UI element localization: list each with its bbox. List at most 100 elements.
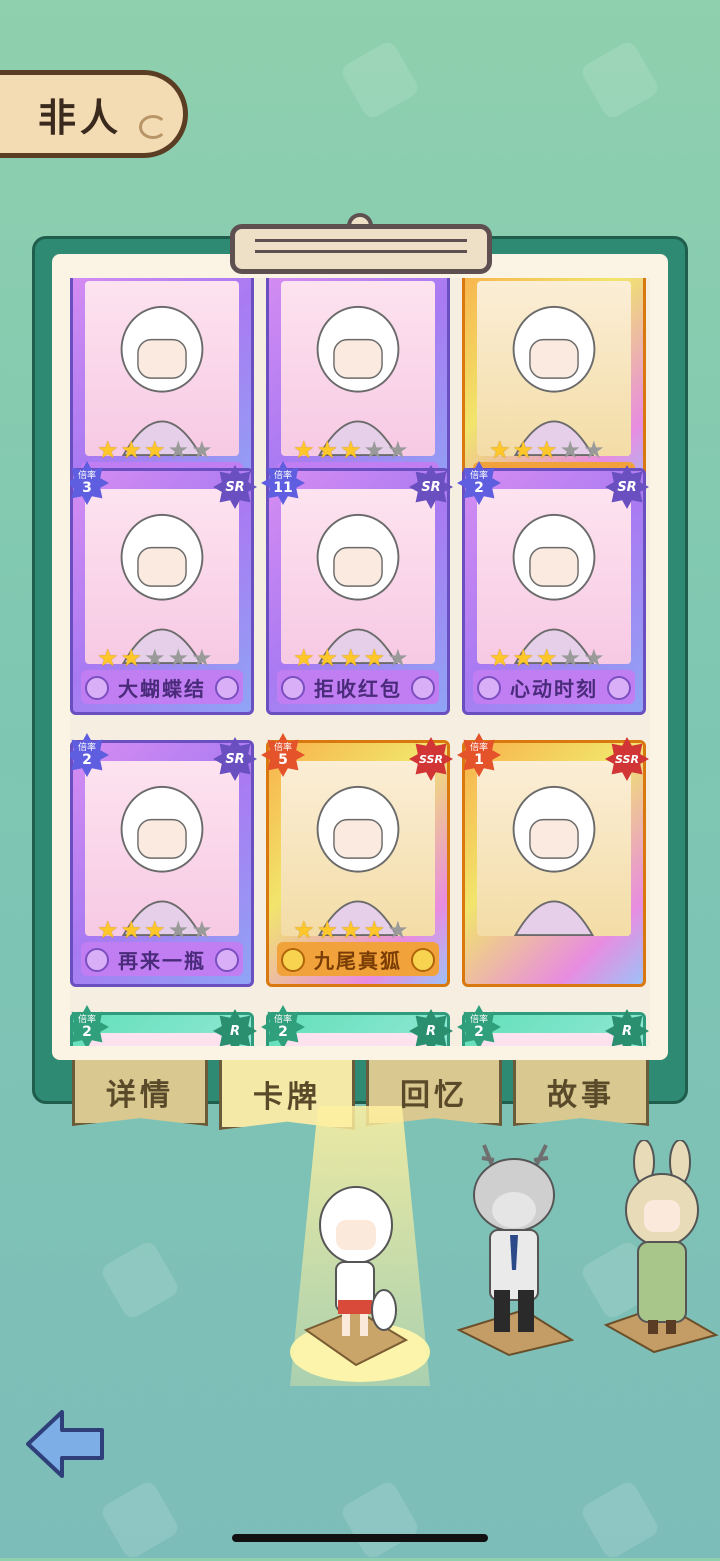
- star-icon: ★: [387, 644, 409, 672]
- rate-value: 2: [82, 752, 92, 768]
- card-name: 大蝴蝶结: [118, 676, 206, 701]
- clipboard-clip: [230, 224, 492, 274]
- star-icon: ★: [191, 436, 213, 464]
- star-icon: ★: [489, 644, 511, 672]
- star-icon: ★: [489, 436, 511, 464]
- star-icon: ★: [536, 436, 558, 464]
- rate-value: 2: [278, 1024, 288, 1040]
- antlered-beast-character[interactable]: [454, 1140, 575, 1360]
- coin-icon: [411, 948, 435, 972]
- card-name: 心动时刻: [510, 676, 598, 701]
- tab-label: 卡牌: [253, 1079, 321, 1115]
- card-name: 再来一瓶: [118, 948, 206, 973]
- card[interactable]: 倍率 11 SR ★ ★ ★ ★ ★ 拒收红包: [261, 461, 453, 715]
- star-icon: ★: [191, 644, 213, 672]
- star-icon: ★: [316, 916, 339, 944]
- card[interactable]: 倍率 2 R: [70, 1005, 257, 1046]
- card[interactable]: 倍率 3 SR ★ ★ ★ ★ ★ 大蝴蝶结: [70, 461, 257, 715]
- tab-label: 回忆: [400, 1077, 468, 1113]
- coin-icon: [215, 676, 239, 700]
- card[interactable]: 倍率 2 SR ★ ★ ★ ★ ★ 心动时刻: [457, 461, 649, 715]
- star-icon: ★: [120, 436, 143, 464]
- card[interactable]: 倍率 1 SSR: [457, 733, 649, 987]
- coin-icon: [607, 676, 631, 700]
- white-haired-girl-character[interactable]: [296, 1180, 416, 1380]
- rabbit-eared-girl-character[interactable]: [603, 1139, 720, 1360]
- card-grid[interactable]: ★★★★★花痴九月★★★★★妖怪少女★★★★★华丽变身倍率3SR★★★★★大蝴蝶…: [70, 278, 650, 1046]
- coin-icon: [477, 676, 501, 700]
- rate-badge: 倍率 11: [261, 461, 305, 505]
- coin-icon: [281, 948, 305, 972]
- star-icon: ★: [293, 916, 315, 944]
- star-icon: ★: [144, 436, 166, 464]
- card-artwork: [477, 281, 631, 456]
- card[interactable]: 倍率 2 SR ★ ★ ★ ★ ★ 再来一瓶: [70, 733, 257, 987]
- rate-value: 5: [278, 752, 288, 768]
- star-icon: ★: [120, 644, 143, 672]
- star-icon: ★: [97, 916, 119, 944]
- star-icon: ★: [583, 644, 605, 672]
- star-icon: ★: [316, 644, 339, 672]
- star-icon: ★: [340, 644, 362, 672]
- star-icon: ★: [191, 916, 213, 944]
- rate-value: 1: [474, 752, 484, 768]
- rate-value: 2: [474, 1024, 484, 1040]
- star-icon: ★: [120, 916, 143, 944]
- card-artwork: [85, 281, 239, 456]
- star-icon: ★: [293, 644, 315, 672]
- star-icon: ★: [512, 644, 535, 672]
- tab-3[interactable]: 故事: [513, 1060, 649, 1126]
- tab-label: 详情: [106, 1077, 174, 1113]
- star-icon: ★: [316, 436, 339, 464]
- coin-icon: [85, 676, 109, 700]
- star-icon: ★: [340, 916, 362, 944]
- card-name: 拒收红包: [314, 676, 402, 701]
- star-icon: ★: [387, 436, 409, 464]
- star-icon: ★: [167, 436, 190, 464]
- star-rating: ★ ★ ★ ★ ★: [97, 438, 213, 462]
- star-rating: ★ ★ ★ ★ ★: [293, 438, 409, 462]
- rate-value: 2: [82, 1024, 92, 1040]
- card-artwork: [477, 1033, 631, 1046]
- star-icon: ★: [387, 916, 409, 944]
- star-icon: ★: [340, 436, 362, 464]
- card-name: 九尾真狐: [314, 948, 402, 973]
- tab-0[interactable]: 详情: [72, 1060, 208, 1126]
- swirl-ornament-icon: [139, 115, 167, 139]
- coin-icon: [215, 948, 239, 972]
- card[interactable]: 倍率 2 R: [457, 1005, 649, 1046]
- star-icon: ★: [167, 916, 190, 944]
- coin-icon: [411, 676, 435, 700]
- back-arrow-icon[interactable]: [24, 1408, 108, 1480]
- star-rating: ★ ★ ★ ★ ★: [293, 918, 409, 942]
- card-artwork: [85, 489, 239, 664]
- star-icon: ★: [363, 916, 386, 944]
- star-icon: ★: [583, 436, 605, 464]
- star-rating: ★ ★ ★ ★ ★: [489, 646, 605, 670]
- star-icon: ★: [293, 436, 315, 464]
- star-icon: ★: [512, 436, 535, 464]
- card[interactable]: 倍率 5 SSR ★ ★ ★ ★ ★ 九尾真狐: [261, 733, 453, 987]
- card[interactable]: 倍率 2 R: [261, 1005, 453, 1046]
- star-rating: ★ ★ ★ ★ ★: [97, 646, 213, 670]
- rate-value: 11: [273, 480, 293, 496]
- star-icon: ★: [559, 436, 582, 464]
- star-icon: ★: [144, 916, 166, 944]
- card-artwork: [477, 489, 631, 664]
- star-icon: ★: [97, 436, 119, 464]
- card-artwork: [281, 281, 435, 456]
- home-indicator: [232, 1534, 488, 1542]
- rarity-badge: SR: [409, 465, 453, 509]
- card-artwork: [85, 1033, 239, 1046]
- card-artwork: [477, 761, 631, 936]
- star-icon: ★: [363, 436, 386, 464]
- star-icon: ★: [144, 644, 166, 672]
- star-icon: ★: [559, 644, 582, 672]
- rate-badge: 倍率 2: [457, 461, 501, 505]
- card-artwork: [281, 761, 435, 936]
- star-rating: ★ ★ ★ ★ ★: [97, 918, 213, 942]
- coin-icon: [281, 676, 305, 700]
- card-artwork: [281, 1033, 435, 1046]
- star-icon: ★: [97, 644, 119, 672]
- star-icon: ★: [363, 644, 386, 672]
